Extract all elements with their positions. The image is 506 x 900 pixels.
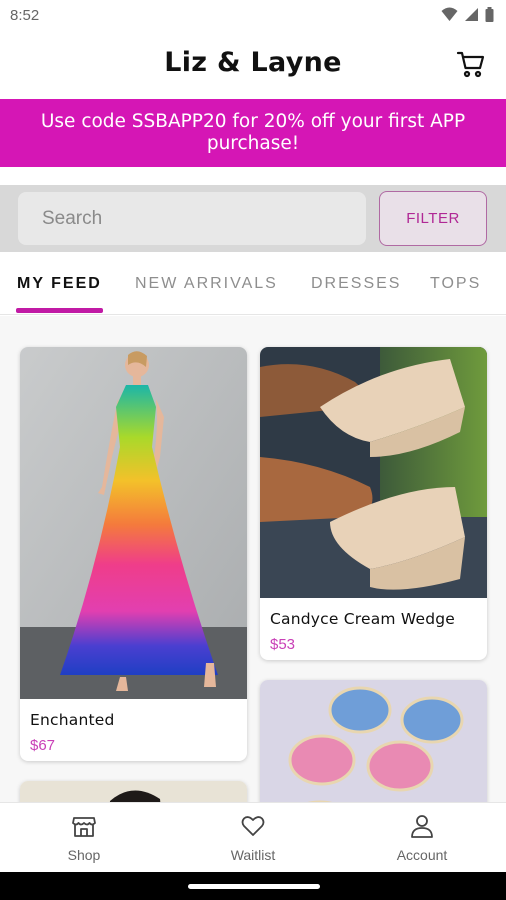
heart-icon <box>241 816 265 836</box>
nav-label-waitlist: Waitlist <box>230 847 276 863</box>
product-name: Candyce Cream Wedge <box>270 610 456 628</box>
tab-my-feed[interactable]: MY FEED <box>17 275 102 293</box>
home-gesture-pill[interactable] <box>188 884 320 889</box>
product-feed[interactable]: Enchanted $67 Candyce Cream Wedge $53 <box>0 316 506 802</box>
filter-button[interactable]: FILTER <box>379 191 487 246</box>
cart-icon <box>456 51 485 78</box>
app-header: Liz & Layne <box>0 32 506 99</box>
status-icons <box>441 7 494 22</box>
product-image-sunglasses <box>260 680 487 802</box>
status-time: 8:52 <box>10 7 40 24</box>
tab-tops[interactable]: TOPS <box>430 275 481 293</box>
promo-text: Use code SSBAPP20 for 20% off your first… <box>40 111 466 154</box>
nav-account[interactable]: Account <box>338 803 506 873</box>
product-card-enchanted[interactable]: Enchanted $67 <box>20 347 247 761</box>
product-name: Enchanted <box>30 711 115 729</box>
nav-label-shop: Shop <box>67 847 101 863</box>
nav-waitlist[interactable]: Waitlist <box>169 803 337 873</box>
app-title: Liz & Layne <box>164 47 342 78</box>
storefront-icon <box>72 817 96 837</box>
nav-shop[interactable]: Shop <box>0 803 168 873</box>
product-image-model <box>20 781 247 802</box>
active-tab-indicator <box>16 308 103 313</box>
search-placeholder: Search <box>42 208 103 229</box>
product-card-candyce-cream-wedge[interactable]: Candyce Cream Wedge $53 <box>260 347 487 660</box>
person-icon <box>411 815 433 838</box>
system-navigation-bar <box>0 872 506 900</box>
product-price: $53 <box>270 636 296 653</box>
product-price: $67 <box>30 737 56 754</box>
search-input[interactable]: Search <box>18 192 366 245</box>
nav-label-account: Account <box>396 847 448 863</box>
signal-icon <box>465 8 478 21</box>
wifi-icon <box>441 7 458 21</box>
bottom-navigation: Shop Waitlist Account <box>0 802 506 872</box>
promo-banner[interactable]: Use code SSBAPP20 for 20% off your first… <box>0 99 506 167</box>
status-bar: 8:52 <box>0 0 506 32</box>
cart-button[interactable] <box>456 49 486 79</box>
category-tabs: MY FEED NEW ARRIVALS DRESSES TOPS <box>0 252 506 315</box>
product-image-wedge <box>260 347 487 598</box>
tab-dresses[interactable]: DRESSES <box>311 275 401 293</box>
search-bar: Search FILTER <box>0 185 506 252</box>
battery-icon <box>485 7 494 22</box>
product-image-dress <box>20 347 247 699</box>
product-card-partial[interactable] <box>20 781 247 802</box>
tab-new-arrivals[interactable]: NEW ARRIVALS <box>135 275 278 293</box>
product-card-sunglasses[interactable] <box>260 680 487 802</box>
